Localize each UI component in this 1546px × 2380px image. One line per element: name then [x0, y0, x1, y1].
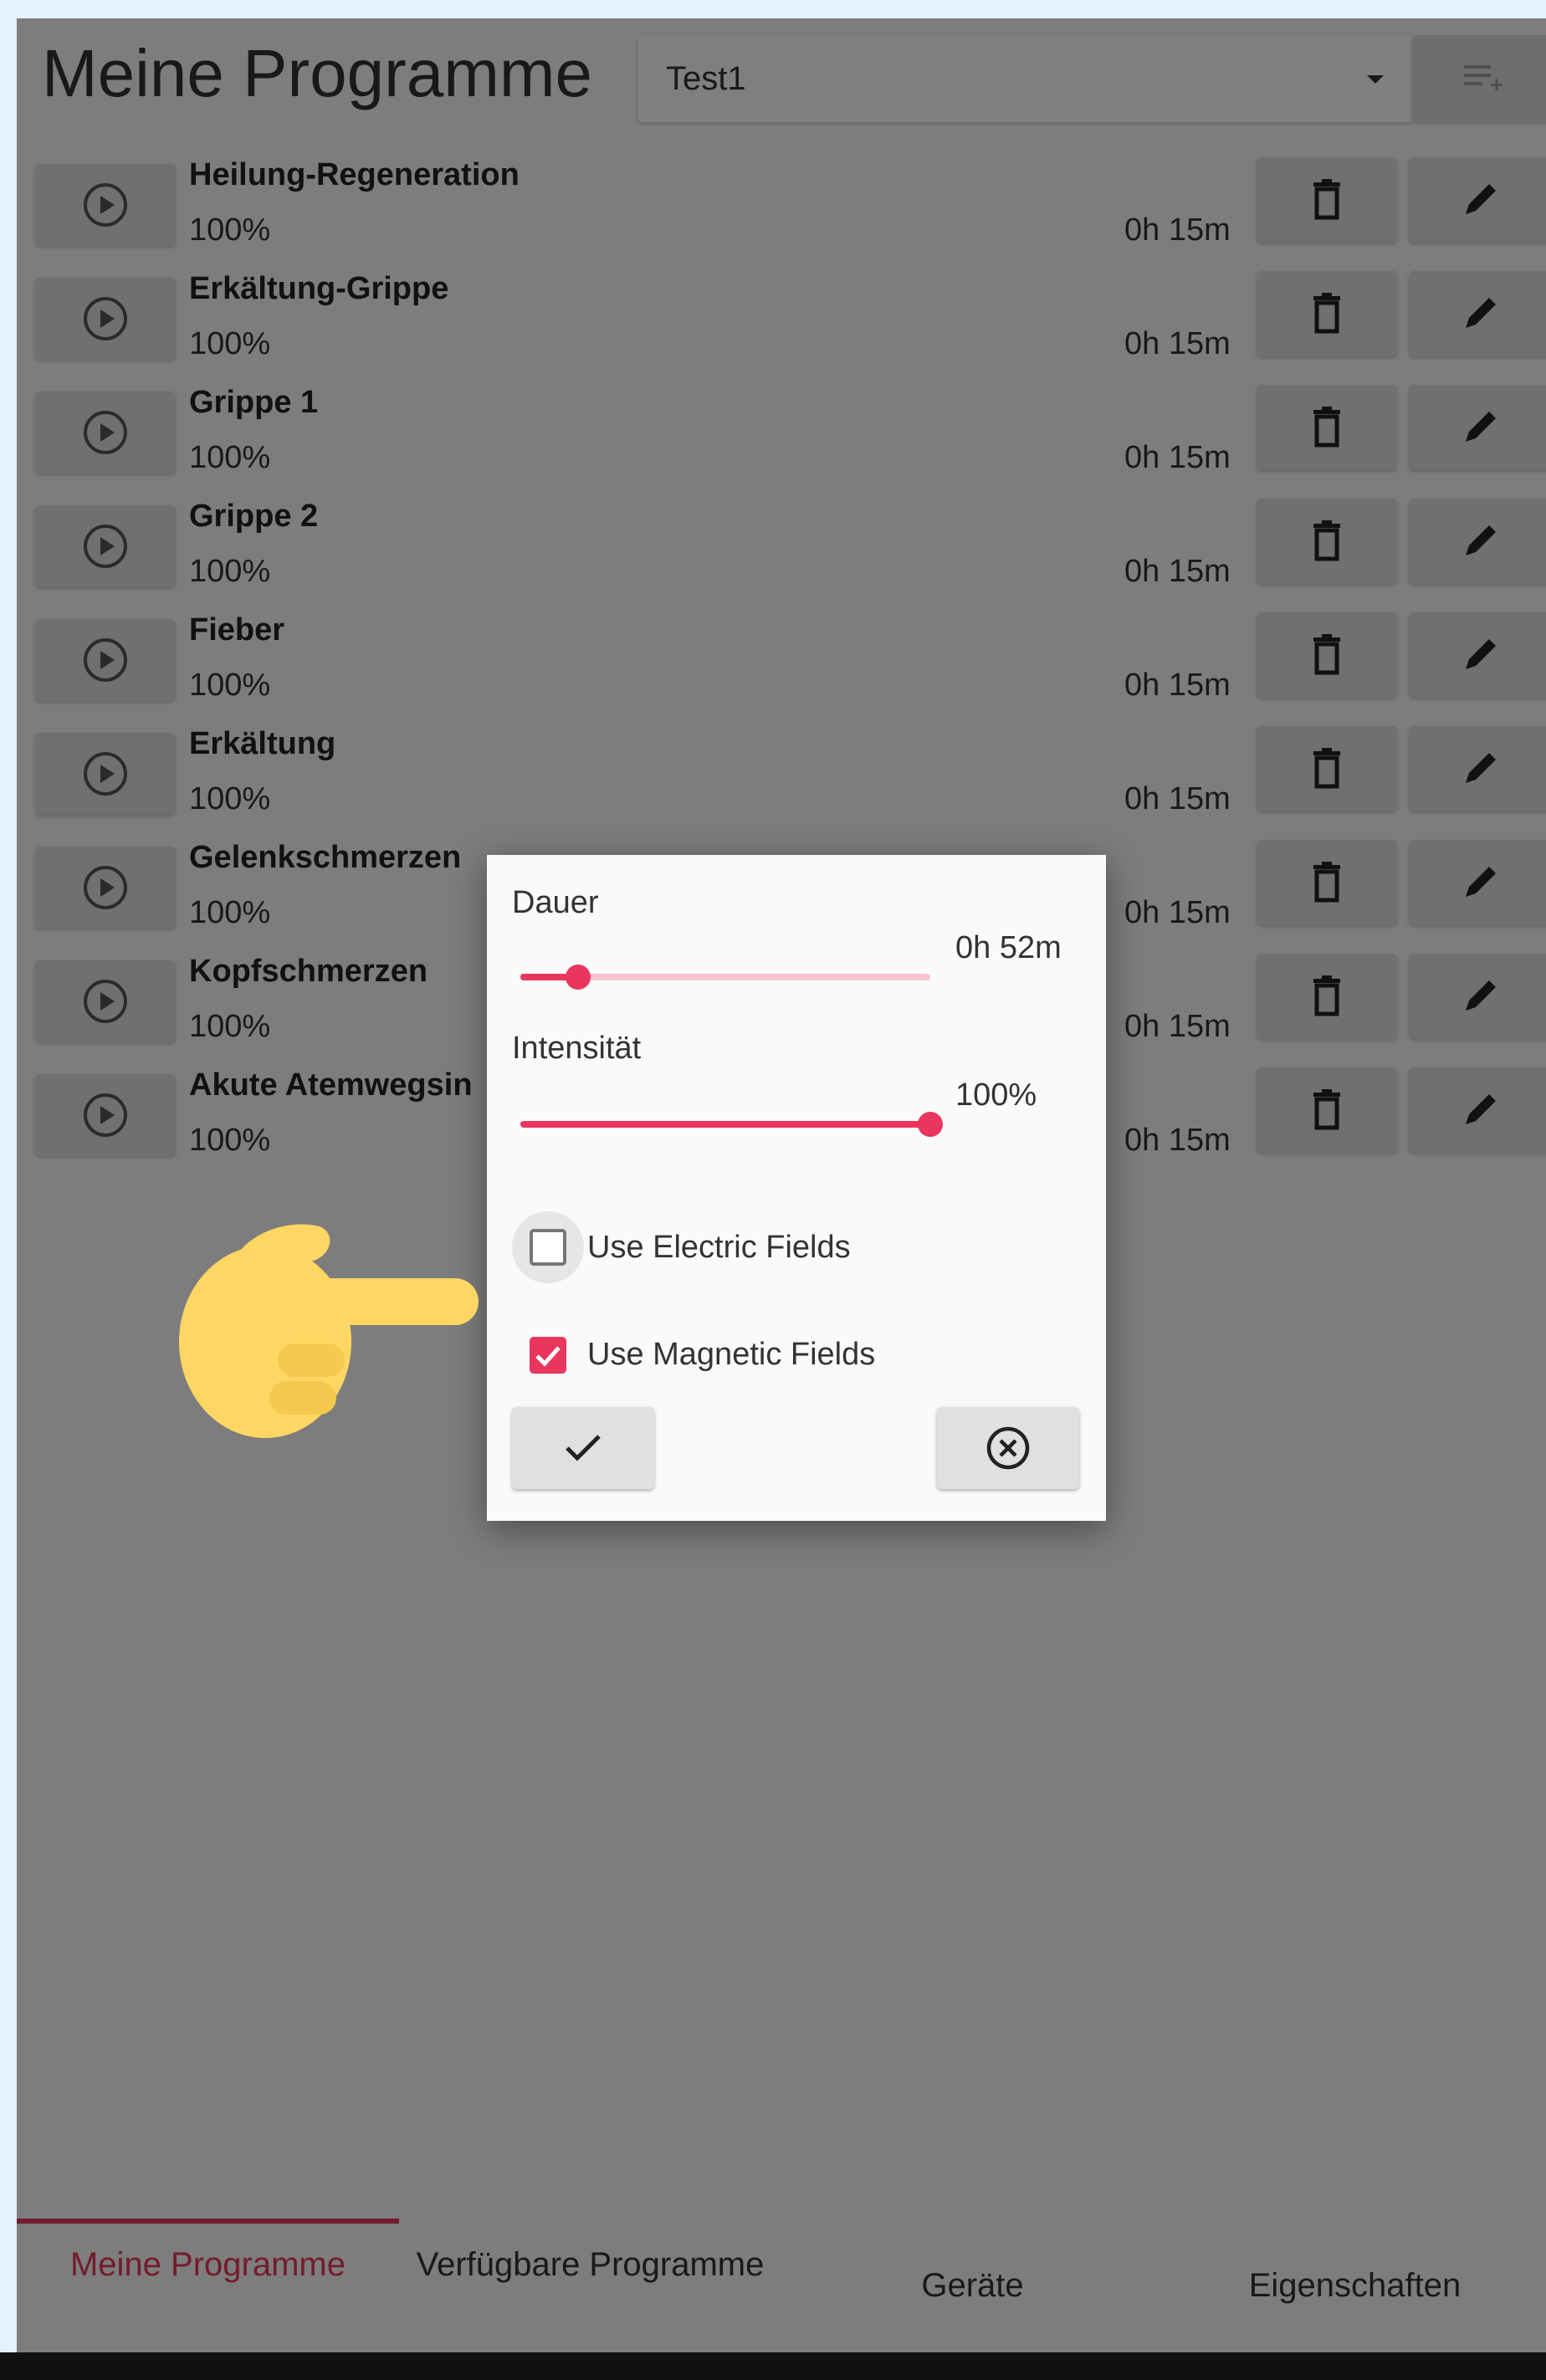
- electric-fields-checkbox[interactable]: [530, 1229, 566, 1266]
- checkmark-icon: [535, 1346, 561, 1367]
- checkmark-icon: [566, 1435, 601, 1461]
- slider-fill: [520, 1121, 930, 1128]
- app-screen: Meine Programme Test1 Heilung-Regenerati…: [17, 18, 1546, 2352]
- electric-fields-label[interactable]: Use Electric Fields: [587, 1230, 851, 1266]
- system-navigation-bar: [0, 2352, 1546, 2380]
- magnetic-fields-checkbox[interactable]: [530, 1337, 566, 1374]
- slider-thumb[interactable]: [565, 965, 591, 990]
- intensity-label: Intensität: [512, 1031, 642, 1066]
- intensity-value: 100%: [955, 1077, 1037, 1113]
- duration-label: Dauer: [512, 885, 599, 920]
- program-settings-dialog: Dauer 0h 52m Intensität 100% Use Electri…: [487, 855, 1106, 1521]
- cancel-button[interactable]: [937, 1407, 1079, 1489]
- slider-thumb[interactable]: [918, 1112, 943, 1137]
- close-circle-icon: [986, 1426, 1030, 1470]
- confirm-button[interactable]: [512, 1407, 654, 1489]
- pointing-hand-icon: [179, 1224, 479, 1438]
- magnetic-fields-label[interactable]: Use Magnetic Fields: [587, 1337, 875, 1373]
- duration-value: 0h 52m: [955, 930, 1062, 965]
